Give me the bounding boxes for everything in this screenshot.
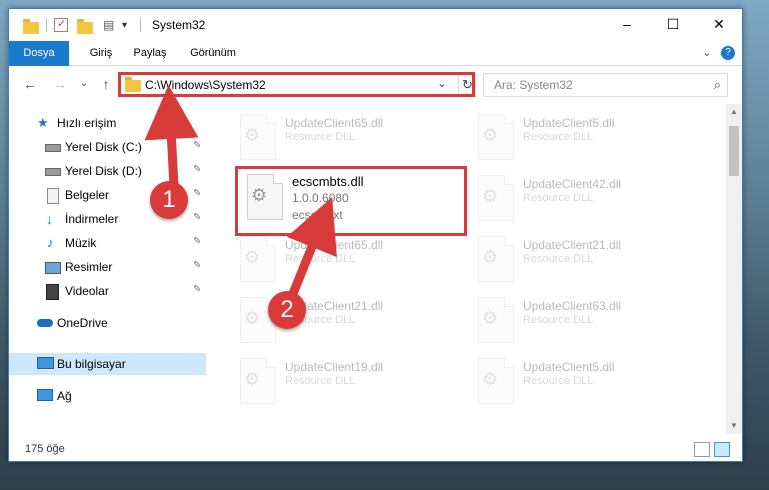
step-1-badge: 1 (150, 181, 188, 219)
arrow-1 (144, 85, 199, 187)
annotation-arrows (144, 85, 337, 298)
step-2-badge: 2 (268, 291, 306, 329)
arrow-2 (286, 196, 337, 298)
